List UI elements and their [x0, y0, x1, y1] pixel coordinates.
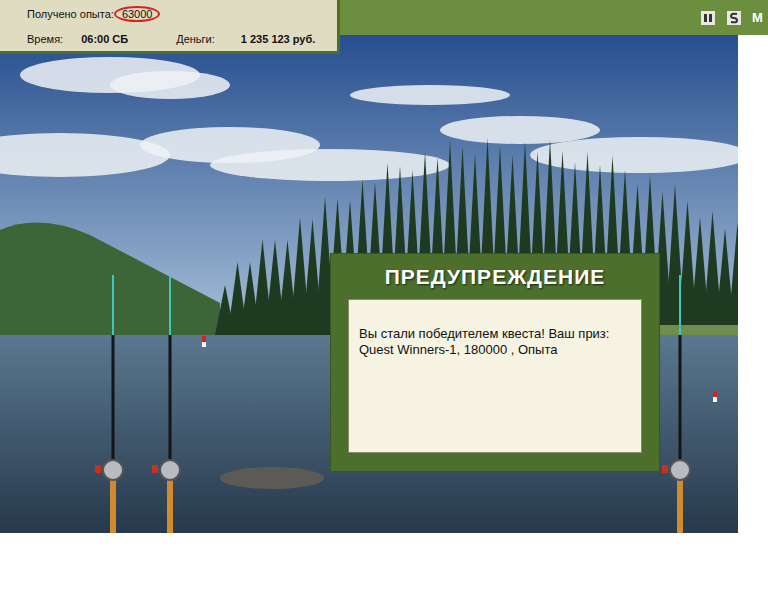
experience-row: Получено опыта:63000 [27, 6, 337, 22]
bobber-icon [713, 391, 717, 402]
dialog-message: Вы стали победителем квеста! Ваш приз: Q… [348, 299, 642, 453]
time-field: Время: 06:00 СБ [27, 31, 136, 47]
fishing-rod-icon[interactable] [662, 275, 690, 533]
money-field: Деньги: 1 235 123 руб. [176, 31, 323, 47]
sound-icon [727, 11, 741, 25]
warning-dialog[interactable]: ПРЕДУПРЕЖДЕНИЕВы стали победителем квест… [330, 253, 660, 472]
experience-value: 63000 [114, 6, 161, 22]
status-row: Время: 06:00 СБ Деньги: 1 235 123 руб. [27, 31, 337, 47]
money-label: Деньги: [176, 33, 215, 45]
menu-button[interactable]: M [752, 10, 766, 25]
game-screen: M Получено опыта:63000 Время: 06:00 СБ Деньг… [0, 0, 768, 614]
bobber-icon [202, 336, 206, 347]
info-panel: Получено опыта:63000 Время: 06:00 СБ Деньги… [0, 0, 340, 54]
experience-label: Получено опыта: [27, 8, 114, 20]
dialog-title: ПРЕДУПРЕЖДЕНИЕ [348, 254, 642, 299]
fishing-rod-icon[interactable] [152, 275, 180, 533]
money-value: 1 235 123 руб. [233, 31, 324, 47]
fishing-rod-icon[interactable] [95, 275, 123, 533]
time-value: 06:00 СБ [73, 31, 136, 47]
pause-button[interactable] [700, 10, 716, 26]
pause-icon [701, 11, 715, 25]
sound-button[interactable] [726, 10, 742, 26]
time-label: Время: [27, 33, 63, 45]
